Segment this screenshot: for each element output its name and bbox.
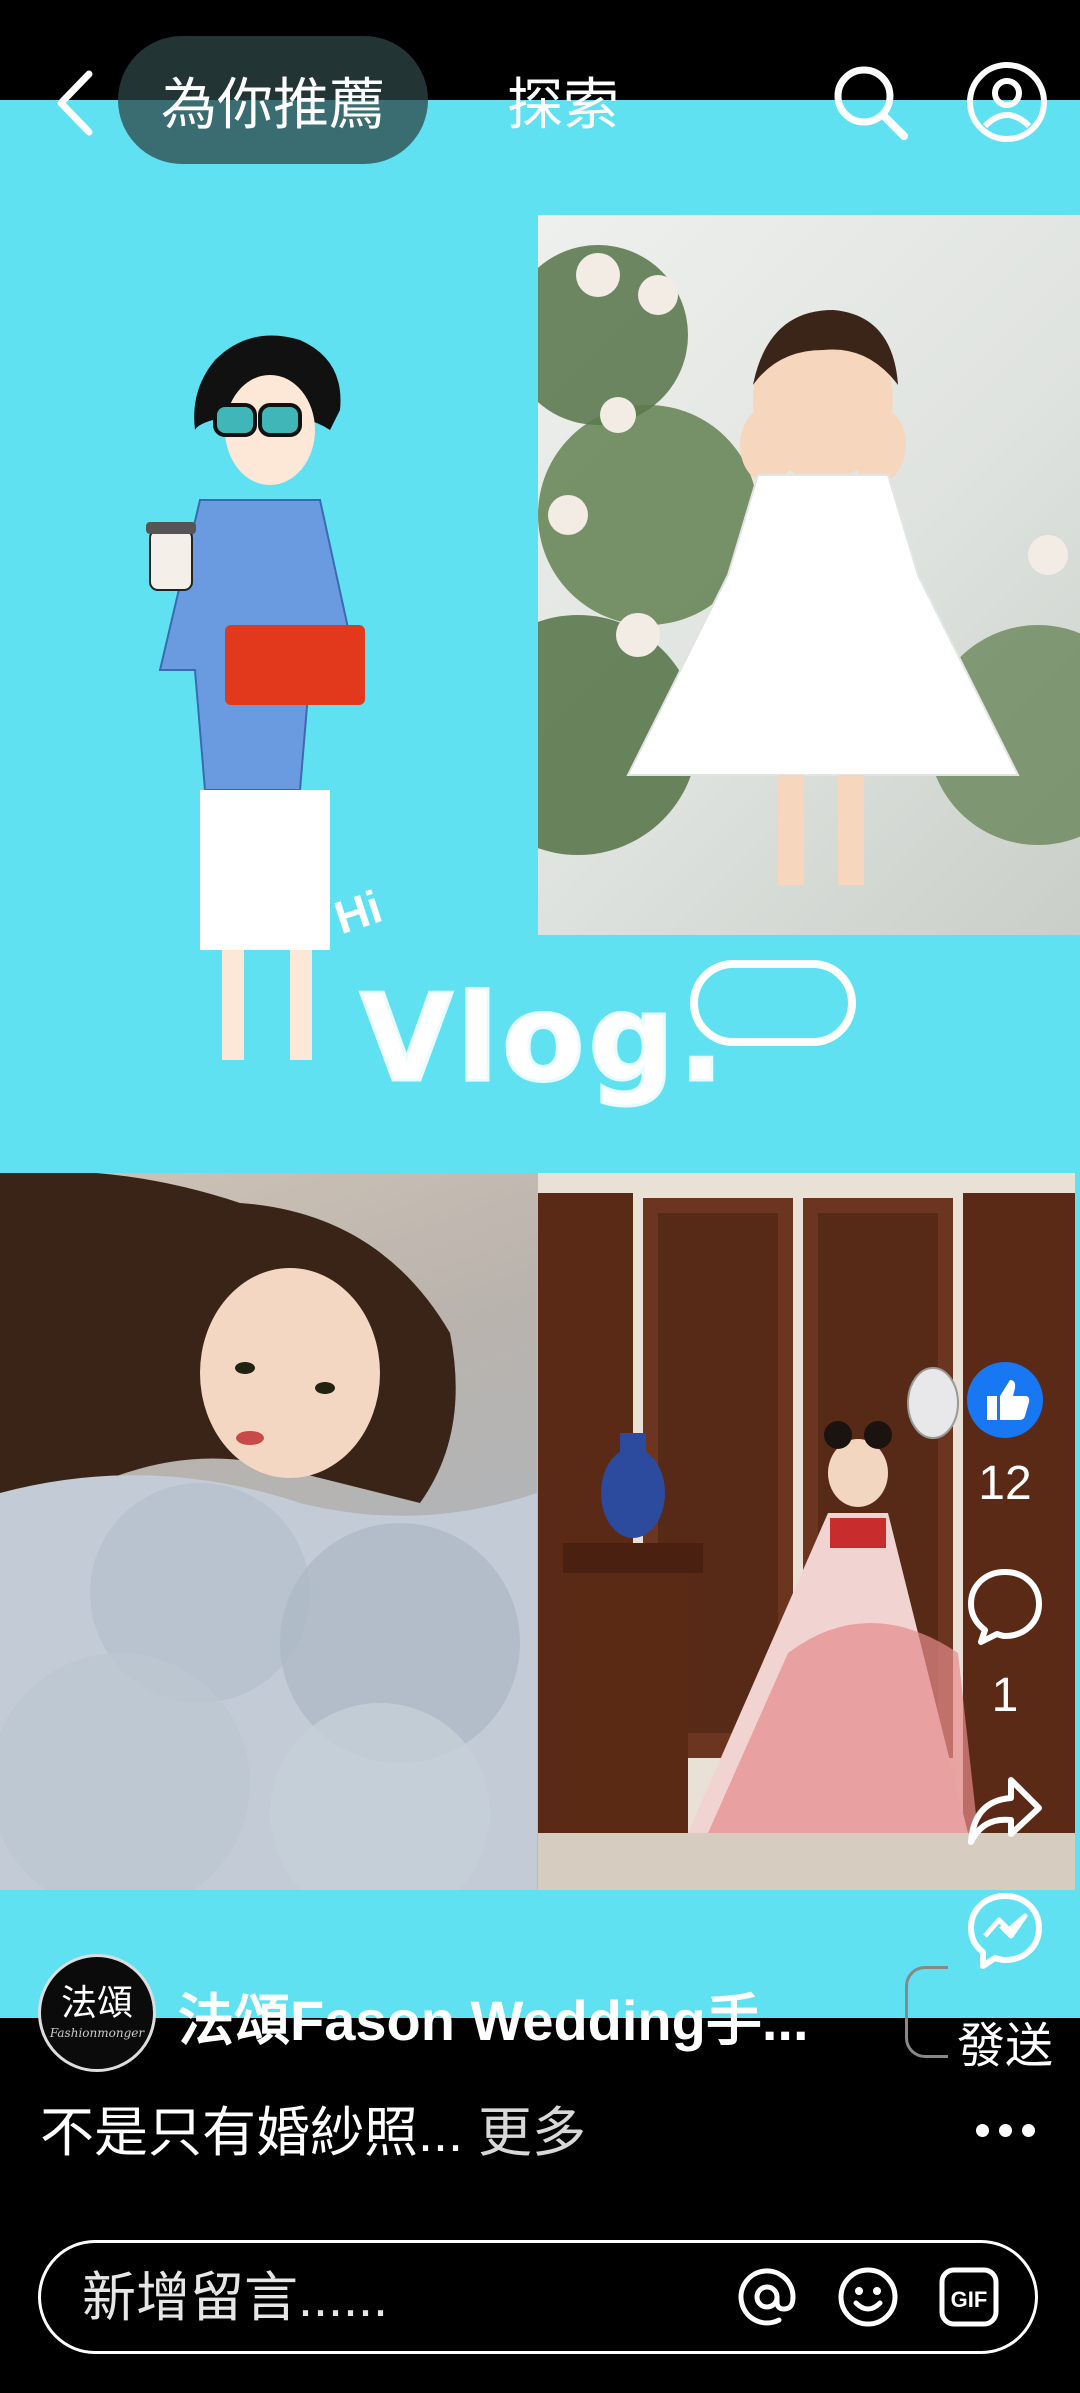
author-name[interactable]: 法頌Fason Wedding手...	[178, 1976, 809, 2057]
comment-count: 1	[991, 1669, 1019, 1722]
gif-button[interactable]: GIF	[934, 2262, 1004, 2332]
send-label: 發送	[956, 2020, 1053, 2073]
avatar-logo-subtext: Fashionmonger	[49, 2026, 145, 2040]
mention-button[interactable]	[732, 2262, 802, 2332]
caption-text: 不是只有婚紗照...	[40, 2103, 464, 2163]
at-sign-icon	[738, 2268, 796, 2326]
comment-bubble-icon	[968, 1569, 1042, 1645]
messenger-icon	[968, 1893, 1042, 1969]
post-caption: 不是只有婚紗照... 更多	[40, 2088, 586, 2167]
vlog-title-text: Vlog.	[359, 969, 728, 1111]
see-more-link[interactable]: 更多	[478, 2103, 586, 2163]
dot-icon	[998, 2123, 1012, 2137]
share-arrow-icon	[968, 1777, 1042, 1845]
share-button[interactable]	[955, 1770, 1055, 1850]
follow-button[interactable]	[905, 1966, 948, 2058]
back-icon	[57, 70, 93, 136]
like-button[interactable]	[955, 1360, 1055, 1442]
dot-icon	[1021, 2123, 1035, 2137]
photo-girl-tulle-dress	[0, 1173, 537, 1890]
search-icon	[834, 66, 908, 140]
comment-button[interactable]	[955, 1566, 1055, 1646]
gif-icon: GIF	[939, 2267, 999, 2327]
smiley-icon	[838, 2267, 898, 2327]
messenger-button[interactable]	[955, 1890, 1055, 1970]
more-options-button[interactable]	[965, 2100, 1045, 2160]
dot-icon	[975, 2123, 989, 2137]
thumbs-up-icon	[967, 1362, 1043, 1438]
avatar-logo-text: 法頌	[60, 1983, 133, 2024]
profile-button[interactable]	[965, 60, 1049, 144]
reel-video[interactable]: Hi Vlog.	[0, 100, 1080, 2018]
like-count: 12	[978, 1457, 1032, 1510]
emoji-button[interactable]	[833, 2262, 903, 2332]
tab-explore[interactable]: 探索	[488, 36, 638, 164]
back-button[interactable]	[40, 58, 110, 148]
profile-icon	[967, 62, 1047, 142]
author-avatar[interactable]: 法頌 Fashionmonger	[38, 1954, 156, 2072]
photo-girl-white-dress	[538, 215, 1080, 935]
tab-recommended[interactable]: 為你推薦	[118, 36, 428, 164]
illustration-girl-coffee	[0, 200, 520, 1100]
search-button[interactable]	[830, 62, 910, 142]
gif-label: GIF	[951, 2287, 988, 2312]
comment-input[interactable]	[80, 2262, 684, 2334]
